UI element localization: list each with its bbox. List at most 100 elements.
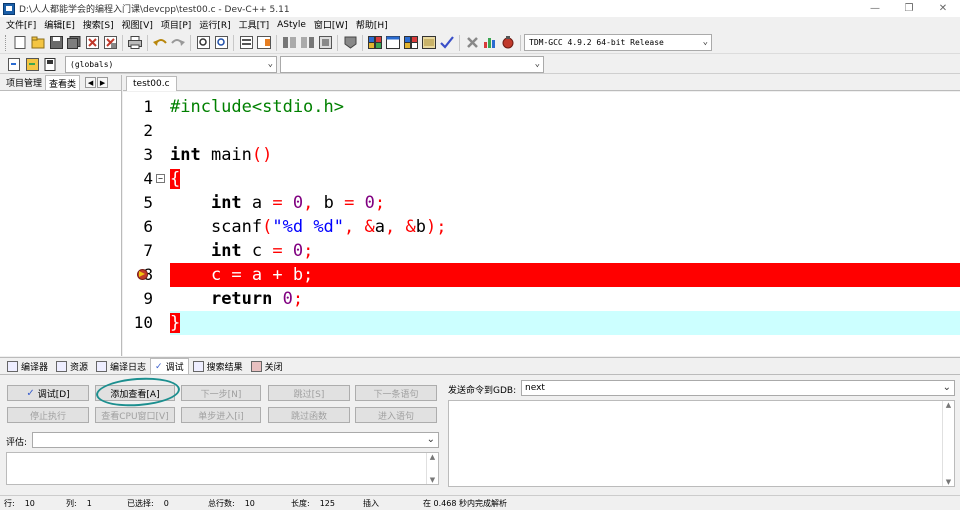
save-all-icon[interactable] <box>66 35 82 51</box>
toolbar-grip[interactable] <box>5 34 8 51</box>
gdb-command-input[interactable]: next ⌄ <box>521 380 955 396</box>
menu-window[interactable]: 窗口[W] <box>310 18 352 31</box>
resources-icon <box>56 360 68 372</box>
eval-input[interactable]: ⌄ <box>32 432 439 448</box>
redo-icon[interactable] <box>170 35 186 51</box>
indent-icon[interactable] <box>281 35 297 51</box>
menu-astyle[interactable]: AStyle <box>273 20 310 30</box>
unindent-icon[interactable] <box>299 35 315 51</box>
next-step-button[interactable]: 下一步[N] <box>181 385 261 401</box>
project-options-icon[interactable] <box>342 35 358 51</box>
toolbar-separator <box>459 34 460 51</box>
tab-compile-log[interactable]: 编译日志 <box>92 358 150 374</box>
code-line: 3 int main() <box>123 143 960 167</box>
fold-collapse-icon[interactable]: − <box>156 174 165 183</box>
button-label: 下一步[N] <box>200 389 242 400</box>
debug-icon[interactable] <box>500 35 516 51</box>
code-text: int c = 0; <box>210 241 314 261</box>
open-icon[interactable] <box>30 35 46 51</box>
replace-icon[interactable] <box>213 35 229 51</box>
tab-search-results[interactable]: 搜索结果 <box>189 358 247 374</box>
menu-edit[interactable]: 编辑[E] <box>40 18 79 31</box>
goto-declaration-icon[interactable] <box>6 56 22 72</box>
find-icon[interactable] <box>195 35 211 51</box>
status-row: 行: 10 <box>4 498 35 509</box>
compiler-select[interactable]: TDM-GCC 4.9.2 64-bit Release ⌄ <box>524 34 712 51</box>
tab-label: 编译日志 <box>110 362 147 373</box>
menu-help[interactable]: 帮助[H] <box>352 18 392 31</box>
debug-button[interactable]: ✓ 调试[D] <box>7 385 89 401</box>
view-cpu-window-button[interactable]: 查看CPU窗口[V] <box>95 407 175 423</box>
undo-icon[interactable] <box>152 35 168 51</box>
window-controls: — ❐ ✕ <box>858 0 960 17</box>
compile-icon[interactable] <box>367 35 383 51</box>
minimize-icon[interactable]: — <box>858 0 892 17</box>
line-number: 6 <box>143 217 153 236</box>
stop-execution-button[interactable]: 停止执行 <box>7 407 89 423</box>
tab-scroll-right-icon[interactable]: ▶ <box>97 77 109 88</box>
tab-scroll-left-icon[interactable]: ◀ <box>85 77 97 88</box>
menu-project[interactable]: 项目[P] <box>157 18 195 31</box>
code-line: 5 int a = 0, b = 0; <box>123 191 960 215</box>
goto-line-icon[interactable] <box>238 35 254 51</box>
add-watch-button[interactable]: 添加查看[A] <box>95 385 175 401</box>
menu-run[interactable]: 运行[R] <box>195 18 234 31</box>
eval-output-scrollbar[interactable]: ▲ ▼ <box>426 453 438 484</box>
close-icon[interactable] <box>84 35 100 51</box>
step-into-statement-button[interactable]: 进入语句 <box>355 407 437 423</box>
toolbar-separator <box>190 34 191 51</box>
bookmark-icon[interactable] <box>256 35 272 51</box>
step-over-function-button[interactable]: 跳过函数 <box>268 407 350 423</box>
save-icon[interactable] <box>48 35 64 51</box>
print-icon[interactable] <box>127 35 143 51</box>
globals-select[interactable]: (globals) ⌄ <box>65 55 277 73</box>
compile-log-icon <box>96 360 108 372</box>
button-label: 跳过[S] <box>293 389 325 400</box>
toggle-comment-icon[interactable] <box>317 35 333 51</box>
stop-icon[interactable] <box>464 35 480 51</box>
menu-file[interactable]: 文件[F] <box>2 18 40 31</box>
gdb-output-scrollbar[interactable]: ▲ ▼ <box>942 401 954 486</box>
close-all-icon[interactable] <box>102 35 118 51</box>
status-parse-message: 在 0.468 秒内完成解析 <box>423 498 507 509</box>
gdb-output[interactable]: ▲ ▼ <box>448 400 955 487</box>
rebuild-icon[interactable] <box>421 35 437 51</box>
tab-resources[interactable]: 资源 <box>52 358 92 374</box>
code-editor[interactable]: 1 #include<stdio.h> 2 3 int main() 4 − {… <box>123 92 960 356</box>
line-number: 3 <box>143 145 153 164</box>
menu-tools[interactable]: 工具[T] <box>235 18 274 31</box>
new-file-icon[interactable] <box>12 35 28 51</box>
editor-tab-test00[interactable]: test00.c <box>126 76 177 91</box>
tab-debug[interactable]: ✓ 调试 <box>150 358 189 374</box>
compiler-icon <box>7 360 18 372</box>
menu-view[interactable]: 视图[V] <box>118 18 157 31</box>
tab-project-manager[interactable]: 项目管理 <box>3 75 45 90</box>
class-browser-icon[interactable] <box>42 56 58 72</box>
execution-arrow-icon <box>139 271 145 277</box>
close-panel-icon <box>250 360 262 372</box>
close-window-icon[interactable]: ✕ <box>926 0 960 17</box>
restore-icon[interactable]: ❐ <box>892 0 926 17</box>
status-value: 10 <box>244 498 255 508</box>
next-statement-button[interactable]: 下一条语句 <box>355 385 437 401</box>
code-text: { <box>170 169 181 189</box>
status-label: 列: <box>66 498 77 508</box>
menu-search[interactable]: 搜索[S] <box>79 18 118 31</box>
eval-output[interactable]: ▲ ▼ <box>6 452 439 485</box>
menu-bar: 文件[F] 编辑[E] 搜索[S] 视图[V] 项目[P] 运行[R] 工具[T… <box>0 17 960 32</box>
tab-class-view[interactable]: 查看类 <box>45 75 81 90</box>
window-title: D:\人人都能学会的编程入门课\devcpp\test00.c - Dev-C+… <box>19 5 290 15</box>
profile-icon[interactable] <box>482 35 498 51</box>
syntax-check-icon[interactable] <box>439 35 455 51</box>
member-select[interactable]: ⌄ <box>280 55 544 73</box>
goto-definition-icon[interactable] <box>24 56 40 72</box>
left-panel-tabs: 项目管理 查看类 ◀ ▶ <box>0 75 121 91</box>
step-into-button[interactable]: 单步进入[i] <box>181 407 261 423</box>
tab-close[interactable]: 关闭 <box>247 358 287 374</box>
run-icon[interactable] <box>385 35 401 51</box>
tab-compiler[interactable]: 编译器 <box>3 358 52 374</box>
skip-button[interactable]: 跳过[S] <box>268 385 350 401</box>
compile-run-icon[interactable] <box>403 35 419 51</box>
search-results-icon <box>192 360 204 372</box>
tab-label: 搜索结果 <box>206 362 243 373</box>
